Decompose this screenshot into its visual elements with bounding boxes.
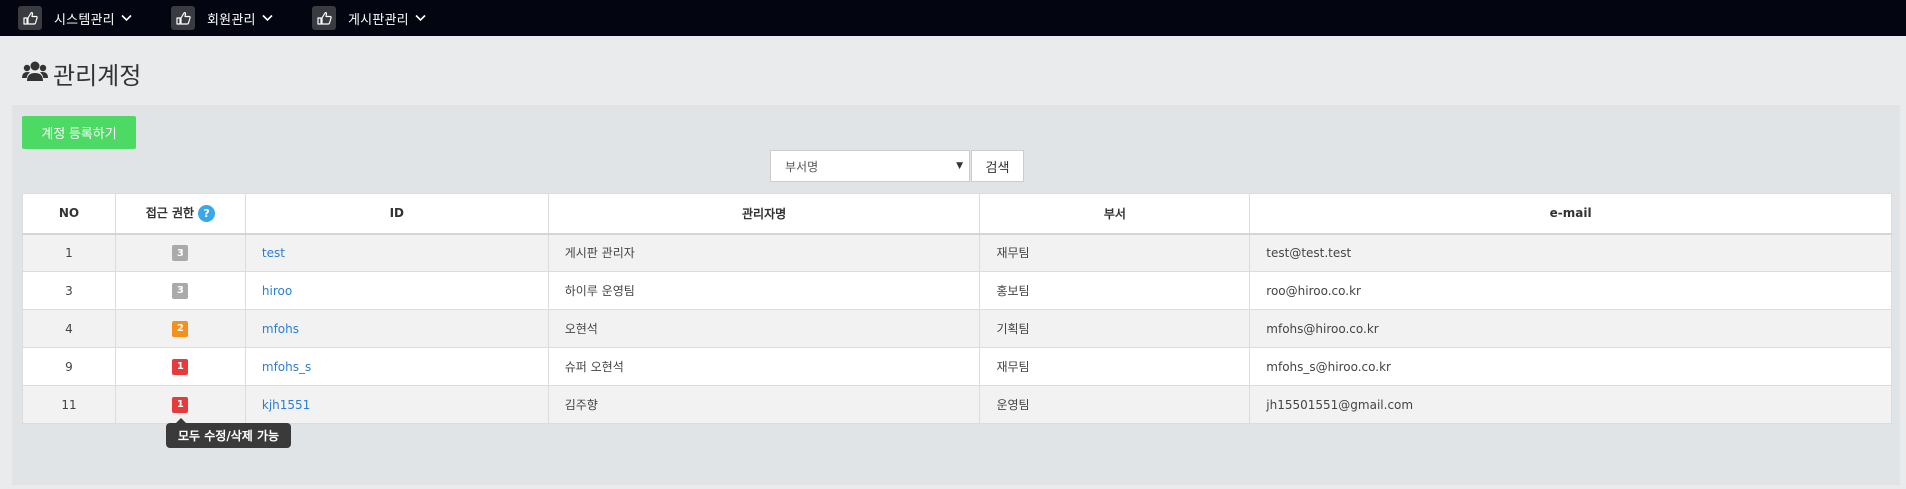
chevron-down-icon: [121, 14, 132, 22]
cell-no: 1: [22, 233, 116, 272]
table-row: 9 1 mfohs_s 슈퍼 오현석 재무팀 mfohs_s@hiroo.co.…: [22, 347, 1892, 386]
access-level-tooltip: 모두 수정/삭제 가능: [166, 418, 292, 448]
account-id-link[interactable]: kjh1551: [262, 398, 310, 412]
cell-email: mfohs_s@hiroo.co.kr: [1249, 347, 1892, 386]
cell-email: test@test.test: [1249, 233, 1892, 272]
cell-email: roo@hiroo.co.kr: [1249, 271, 1892, 310]
page-title: 관리계정: [22, 58, 142, 90]
account-id-link[interactable]: hiroo: [262, 284, 292, 298]
cell-access: 1: [114, 347, 246, 386]
access-level-badge[interactable]: 3: [172, 282, 189, 299]
access-level-badge[interactable]: 1: [172, 396, 189, 413]
account-id-link[interactable]: mfohs: [262, 322, 299, 336]
table-row: 1 3 test 게시판 관리자 재무팀 test@test.test: [22, 233, 1892, 272]
cell-dept: 홍보팀: [979, 271, 1251, 310]
help-icon[interactable]: ?: [198, 205, 216, 223]
cell-name: 김주향: [547, 385, 981, 424]
nav-label: 시스템관리: [54, 12, 115, 28]
account-id-link[interactable]: mfohs_s: [262, 360, 311, 374]
select-value: 부서명: [785, 159, 819, 174]
register-account-button[interactable]: 계정 등록하기: [22, 116, 136, 149]
col-header-no: NO: [22, 193, 116, 235]
dropdown-arrow-icon: ▼: [956, 161, 963, 171]
cell-name: 슈퍼 오현석: [547, 347, 981, 386]
table-header-row: NO 접근 권한? ID 관리자명 부서 e-mail: [22, 193, 1892, 235]
chevron-down-icon: [262, 14, 273, 22]
search-button[interactable]: 검색: [971, 150, 1024, 182]
cell-dept: 운영팀: [979, 385, 1251, 424]
cell-no: 11: [22, 385, 116, 424]
col-header-email: e-mail: [1249, 193, 1892, 235]
pointing-hand-icon: [171, 6, 195, 30]
pointing-hand-icon: [18, 6, 42, 30]
cell-access: 3: [114, 271, 246, 310]
cell-email: mfohs@hiroo.co.kr: [1249, 309, 1892, 348]
cell-access: 2: [114, 309, 246, 348]
col-header-dept: 부서: [979, 193, 1251, 235]
cell-id: hiroo: [244, 271, 549, 310]
page-title-text: 관리계정: [53, 61, 142, 90]
cell-id: mfohs_s: [244, 347, 549, 386]
nav-label: 게시판관리: [348, 12, 409, 28]
chevron-down-icon: [415, 14, 426, 22]
cell-name: 오현석: [547, 309, 981, 348]
col-header-name: 관리자명: [547, 193, 981, 235]
cell-name: 하이루 운영팀: [547, 271, 981, 310]
table-row: 11 1 kjh1551 김주향 운영팀 jh15501551@gmail.co…: [22, 385, 1892, 424]
nav-item-system[interactable]: 시스템관리: [18, 0, 132, 36]
cell-no: 4: [22, 309, 116, 348]
pointing-hand-icon: [312, 6, 336, 30]
access-level-badge[interactable]: 3: [172, 245, 189, 261]
cell-email: jh15501551@gmail.com: [1249, 385, 1892, 424]
cell-no: 3: [22, 271, 116, 310]
cell-dept: 기획팀: [979, 309, 1251, 348]
nav-item-board[interactable]: 게시판관리: [312, 0, 426, 36]
col-header-access: 접근 권한?: [114, 193, 246, 235]
nav-item-members[interactable]: 회원관리: [171, 0, 273, 36]
department-select[interactable]: 부서명 ▼: [770, 150, 970, 182]
cell-access: 3: [114, 233, 246, 272]
users-icon: [22, 60, 48, 86]
cell-dept: 재무팀: [979, 233, 1251, 272]
cell-name: 게시판 관리자: [547, 233, 981, 272]
cell-dept: 재무팀: [979, 347, 1251, 386]
table-row: 4 2 mfohs 오현석 기획팀 mfohs@hiroo.co.kr: [22, 309, 1892, 348]
access-level-badge[interactable]: 1: [172, 358, 189, 375]
account-id-link[interactable]: test: [262, 246, 285, 260]
admin-accounts-table: NO 접근 권한? ID 관리자명 부서 e-mail 1 3 test 게시판…: [22, 193, 1892, 424]
nav-label: 회원관리: [207, 12, 256, 28]
access-level-badge[interactable]: 2: [172, 320, 189, 337]
col-header-id: ID: [244, 193, 549, 235]
cell-id: mfohs: [244, 309, 549, 348]
cell-id: kjh1551: [244, 385, 549, 424]
cell-no: 9: [22, 347, 116, 386]
col-header-access-label: 접근 권한: [145, 206, 195, 221]
table-row: 3 3 hiroo 하이루 운영팀 홍보팀 roo@hiroo.co.kr: [22, 271, 1892, 310]
top-nav-bar: 시스템관리 회원관리 게시판관리: [0, 0, 1906, 36]
cell-id: test: [244, 233, 549, 272]
